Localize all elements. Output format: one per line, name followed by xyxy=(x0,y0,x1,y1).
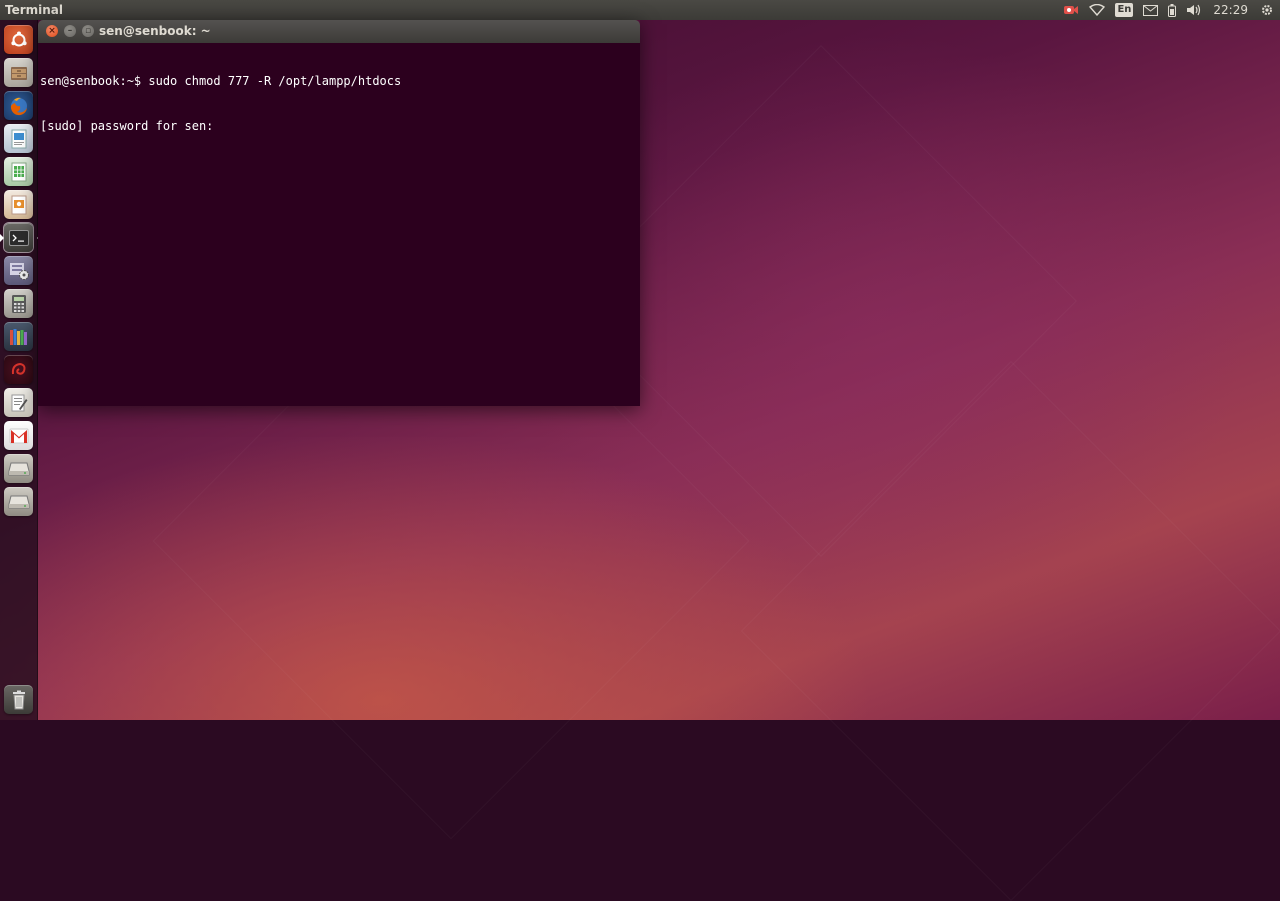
clock[interactable]: 22:29 xyxy=(1207,0,1254,20)
launcher-item-trash[interactable] xyxy=(4,685,33,714)
launcher-item-gmail[interactable] xyxy=(4,421,33,450)
terminal-window[interactable]: × – ▫ sen@senbook: ~ sen@senbook:~$ sudo… xyxy=(38,20,640,406)
launcher-item-firefox[interactable] xyxy=(4,91,33,120)
drive-icon xyxy=(8,495,29,508)
launcher-item-app-red[interactable] xyxy=(4,355,33,384)
terminal-output[interactable]: sen@senbook:~$ sudo chmod 777 -R /opt/la… xyxy=(38,43,640,406)
mail-icon[interactable] xyxy=(1138,0,1163,20)
indicator-area: En 22:29 xyxy=(1058,0,1280,20)
launcher-item-libreoffice-impress[interactable] xyxy=(4,190,33,219)
calculator-icon xyxy=(11,294,26,313)
books-icon xyxy=(9,328,27,345)
gmail-icon xyxy=(9,428,28,443)
battery-icon[interactable] xyxy=(1163,0,1181,20)
keyboard-icon[interactable]: En xyxy=(1110,0,1138,20)
launcher-item-system-settings[interactable] xyxy=(4,256,33,285)
calc-spreadsheet-icon xyxy=(11,162,26,181)
active-app-name: Terminal xyxy=(5,3,64,17)
ubuntu-logo-icon xyxy=(10,31,27,46)
terminal-icon xyxy=(8,229,29,246)
launcher-item-drive-2[interactable] xyxy=(4,487,33,516)
wallpaper-facet xyxy=(741,361,1280,901)
maximize-button[interactable]: ▫ xyxy=(82,25,94,37)
top-panel: Terminal En 22:29 xyxy=(0,0,1280,20)
window-title: sen@senbook: ~ xyxy=(99,24,211,38)
launcher-item-library[interactable] xyxy=(4,322,33,351)
launcher-item-terminal[interactable] xyxy=(0,223,41,252)
volume-icon[interactable] xyxy=(1181,0,1207,20)
launcher-item-drive-1[interactable] xyxy=(4,454,33,483)
swirl-icon xyxy=(11,362,25,375)
drive-icon xyxy=(8,462,29,475)
launcher-item-dash-home[interactable] xyxy=(4,25,33,54)
impress-presentation-icon xyxy=(11,195,26,214)
terminal-line: [sudo] password for sen: xyxy=(40,119,221,133)
file-cabinet-icon xyxy=(10,66,27,80)
launcher-item-files[interactable] xyxy=(4,58,33,87)
launcher-item-libreoffice-calc[interactable] xyxy=(4,157,33,186)
launcher-item-calculator[interactable] xyxy=(4,289,33,318)
firefox-icon xyxy=(10,97,27,115)
launcher-item-libreoffice-writer[interactable] xyxy=(4,124,33,153)
gear-icon[interactable] xyxy=(1254,0,1280,20)
launcher-item-text-editor[interactable] xyxy=(4,388,33,417)
terminal-titlebar[interactable]: × – ▫ sen@senbook: ~ xyxy=(38,20,640,43)
keyboard-layout-label: En xyxy=(1115,3,1134,17)
close-button[interactable]: × xyxy=(46,25,58,37)
text-editor-icon xyxy=(11,394,27,411)
terminal-line: sen@senbook:~$ sudo chmod 777 -R /opt/la… xyxy=(40,74,402,88)
settings-icon xyxy=(9,262,29,280)
minimize-button[interactable]: – xyxy=(64,25,76,37)
wallpaper-facet xyxy=(565,45,1077,557)
camera-icon[interactable] xyxy=(1058,0,1084,20)
writer-document-icon xyxy=(11,129,26,148)
trash-icon xyxy=(12,690,25,709)
wifi-icon[interactable] xyxy=(1084,0,1110,20)
launcher xyxy=(0,20,41,720)
